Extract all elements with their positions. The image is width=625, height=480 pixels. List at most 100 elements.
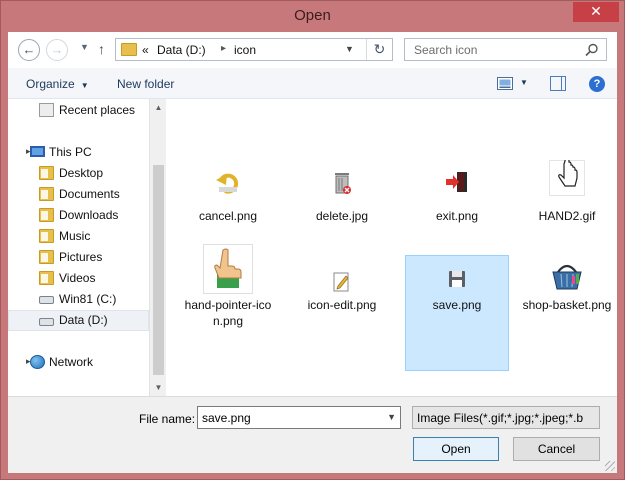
file-name: icon-edit.png [307,298,377,312]
cancel-button[interactable]: Cancel [513,437,600,461]
new-folder-button[interactable]: New folder [117,77,174,91]
sidebar-item-network[interactable]: ▸ Network [8,352,149,373]
open-dialog-window: Open ✕ ← → ▼ ↑ « Data (D:) ▸ icon ▼ ↻ Se… [0,0,625,480]
file-name: shop-basket.png [522,298,612,312]
sidebar-item-music[interactable]: Music [8,226,149,247]
breadcrumb-icon-folder[interactable]: icon [234,43,256,57]
drive-icon [39,318,54,326]
open-button[interactable]: Open [413,437,499,461]
recent-locations-dropdown[interactable]: ▼ [80,42,89,52]
sidebar-item-label: Desktop [59,166,104,180]
scroll-down-button[interactable]: ▼ [150,379,167,396]
file-name: delete.jpg [315,209,369,223]
sidebar-item-label: Network [49,355,94,369]
sidebar-item-label: Win81 (C:) [59,292,117,306]
search-placeholder: Search icon [414,43,478,57]
scrollbar-thumb[interactable] [153,165,164,375]
title-bar[interactable]: Open ✕ [1,1,624,32]
sidebar-item-documents[interactable]: Documents [8,184,149,205]
sidebar-item-videos[interactable]: Videos [8,268,149,289]
sidebar-item-label: Documents [59,187,120,201]
folder-icon [39,187,54,201]
chevron-down-icon[interactable]: ▼ [387,412,396,422]
search-input[interactable]: Search icon [404,38,607,61]
file-item-delete[interactable]: delete.jpg [290,137,394,253]
file-type-select[interactable]: Image Files(*.gif;*.jpg;*.jpeg;*.b [412,406,600,429]
resize-grip[interactable] [605,461,615,471]
chevron-down-icon: ▼ [80,81,89,90]
this-pc-icon [30,146,45,157]
edit-pencil-icon [333,272,349,292]
file-name-field[interactable]: save.png ▼ [197,406,401,429]
hand-pointer-icon [203,244,253,294]
command-toolbar: Organize ▼ New folder ▼ ? [8,68,617,99]
file-name-label: File name: [139,412,196,426]
search-icon[interactable] [584,42,600,58]
folder-icon [39,208,54,222]
sidebar-item-data-drive[interactable]: Data (D:) [8,310,149,331]
folder-icon [39,229,54,243]
trash-can-icon [335,173,351,194]
folder-icon [39,166,54,180]
file-item-icon-edit[interactable]: icon-edit.png [290,255,394,371]
file-item-shop-basket[interactable]: shop-basket.png [515,255,619,371]
file-item-hand-pointer[interactable]: hand-pointer-ico n.png [176,244,280,371]
sidebar-item-pictures[interactable]: Pictures [8,247,149,268]
dialog-title: Open [294,7,331,24]
sidebar-item-label: Recent places [59,103,136,117]
navigation-scrollbar[interactable]: ▲ ▼ [149,99,166,396]
file-name: cancel.png [198,209,258,223]
file-item-exit[interactable]: exit.png [405,137,509,253]
file-name-line-1: hand-pointer-ico [184,298,272,312]
refresh-button[interactable]: ↻ [366,39,392,60]
sidebar-item-win81-drive[interactable]: Win81 (C:) [8,289,149,310]
sidebar-item-downloads[interactable]: Downloads [8,205,149,226]
dialog-footer: File name: save.png ▼ Image Files(*.gif;… [8,396,617,473]
address-dropdown[interactable]: ▼ [345,44,354,54]
sidebar-item-label: Music [59,229,91,243]
preview-pane-icon[interactable] [550,76,566,91]
file-type-value: Image Files(*.gif;*.jpg;*.jpeg;*.b [417,411,584,425]
address-bar[interactable]: « Data (D:) ▸ icon ▼ ↻ [115,38,393,61]
floppy-disk-icon [449,271,465,287]
view-options-dropdown[interactable]: ▼ [520,78,528,87]
back-button[interactable]: ← [18,39,40,61]
hand-cursor-icon [549,160,585,196]
file-name: HAND2.gif [538,209,596,223]
file-name-value: save.png [202,411,251,425]
close-button[interactable]: ✕ [573,2,619,22]
folder-icon [39,250,54,264]
sidebar-item-desktop[interactable]: Desktop [8,163,149,184]
breadcrumb-data-drive[interactable]: Data (D:) [157,43,206,57]
folder-icon [121,43,137,56]
file-item-hand2[interactable]: HAND2.gif [515,137,619,253]
sidebar-item-label: This PC [49,145,92,159]
network-icon [30,355,45,369]
change-view-icon[interactable] [497,76,513,91]
breadcrumb-separator[interactable]: ▸ [221,43,226,54]
scroll-up-button[interactable]: ▲ [150,99,167,116]
up-button[interactable]: ↑ [98,41,105,57]
sidebar-item-label: Pictures [59,250,103,264]
undo-arrow-icon [216,173,239,194]
recent-places-icon [39,103,54,117]
help-icon[interactable]: ? [589,76,605,92]
sidebar-item-label: Downloads [59,208,119,222]
sidebar-item-this-pc[interactable]: ▸ This PC [8,142,149,163]
organize-menu[interactable]: Organize ▼ [26,77,89,91]
exit-door-icon [446,172,467,192]
file-item-cancel[interactable]: cancel.png [176,137,280,253]
forward-button[interactable]: → [46,39,68,61]
navigation-bar: ← → ▼ ↑ « Data (D:) ▸ icon ▼ ↻ Search ic… [8,32,617,68]
folder-icon [39,271,54,285]
sidebar-item-label: Videos [59,271,96,285]
file-name-line-2: n.png [212,314,244,328]
file-item-save[interactable]: save.png [405,255,509,371]
address-overflow[interactable]: « [142,43,149,57]
organize-label: Organize [26,77,75,91]
file-list-view[interactable]: cancel.png delete.jpg exit.png HAND2.gif… [166,99,617,396]
shopping-basket-icon [552,264,582,290]
dialog-client-area: ← → ▼ ↑ « Data (D:) ▸ icon ▼ ↻ Search ic… [8,32,617,473]
sidebar-item-recent-places[interactable]: Recent places [8,100,149,121]
sidebar-item-label: Data (D:) [59,313,108,327]
